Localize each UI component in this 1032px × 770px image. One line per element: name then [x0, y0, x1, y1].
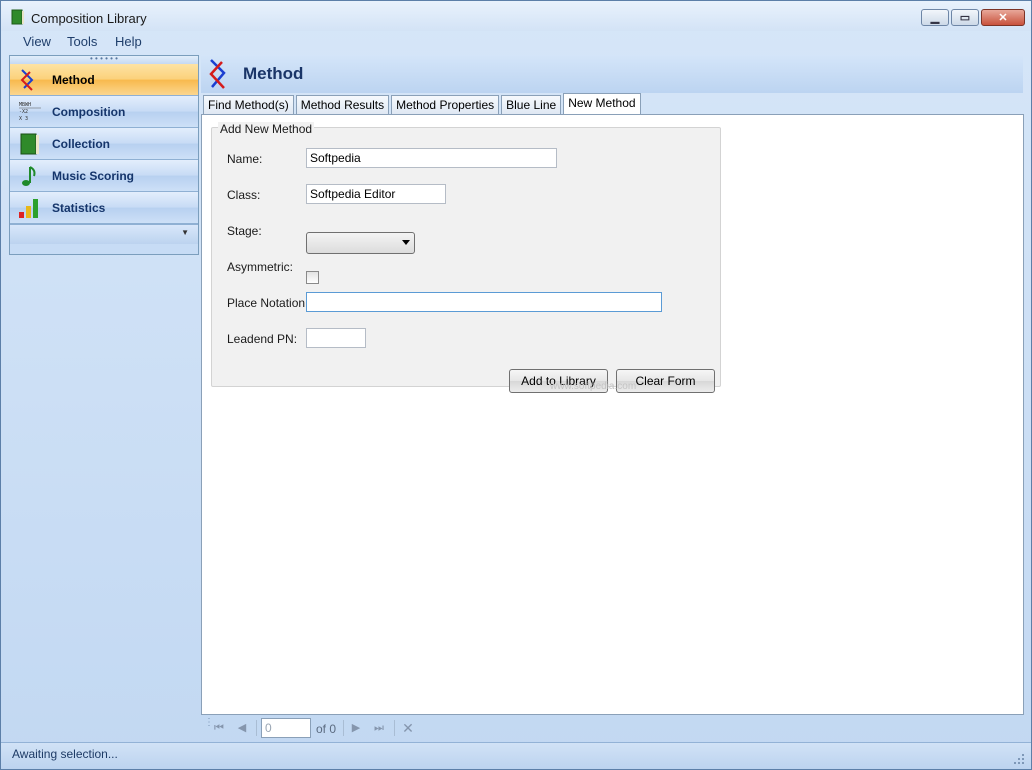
- module-header: Method: [201, 55, 1023, 93]
- navigation-pane: • • • • • • Method MBWH -X2 X 3 Composit…: [9, 55, 199, 255]
- watermark: www.softpedia.com: [550, 381, 637, 392]
- tab-strip: Find Method(s) Method Results Method Pro…: [203, 93, 643, 114]
- tab-content: Add New Method Name: Class: Stage: Asymm…: [201, 114, 1024, 715]
- record-navigator: ⋮ ⏮ ◀ of 0 ▶ ⏭ ✕: [201, 716, 1024, 740]
- music-note-icon: [22, 166, 36, 186]
- chevron-down-icon: [402, 240, 410, 245]
- close-button[interactable]: ✕: [981, 9, 1025, 26]
- toolbar-grip[interactable]: ⋮: [204, 718, 214, 728]
- sidebar-item-collection[interactable]: Collection: [10, 128, 198, 160]
- place-notation-label: Place Notation:: [227, 296, 309, 310]
- method-icon: [209, 59, 226, 89]
- menu-help[interactable]: Help: [115, 34, 142, 49]
- svg-text:-X2: -X2: [19, 109, 28, 115]
- delete-icon[interactable]: ✕: [400, 720, 416, 736]
- menu-tools[interactable]: Tools: [67, 34, 97, 49]
- move-previous-icon[interactable]: ◀: [234, 720, 250, 736]
- count-label: of 0: [316, 722, 337, 736]
- sidebar-item-statistics[interactable]: Statistics: [10, 192, 198, 224]
- asymmetric-label: Asymmetric:: [227, 260, 293, 274]
- move-first-icon[interactable]: ⏮: [211, 720, 227, 736]
- tab-blue-line[interactable]: Blue Line: [501, 95, 562, 114]
- add-new-method-group: Add New Method Name: Class: Stage: Asymm…: [211, 122, 721, 393]
- stage-label: Stage:: [227, 224, 262, 238]
- chevron-down-icon: ▼: [181, 228, 189, 237]
- status-text: Awaiting selection...: [12, 747, 118, 761]
- svg-text:X 3: X 3: [19, 116, 28, 122]
- application-window: Composition Library ▁ ▭ ✕ View Tools Hel…: [0, 0, 1032, 770]
- tab-method-results[interactable]: Method Results: [295, 95, 390, 114]
- tab-method-properties[interactable]: Method Properties: [391, 95, 500, 114]
- bar-chart-icon: [19, 199, 38, 218]
- position-input[interactable]: [261, 718, 311, 738]
- title-bar[interactable]: Composition Library ▁ ▭ ✕: [1, 1, 1031, 31]
- page-title: Method: [243, 64, 304, 83]
- sidebar-item-music-scoring[interactable]: Music Scoring: [10, 160, 198, 192]
- tab-find-methods[interactable]: Find Method(s): [203, 95, 294, 114]
- svg-text:MBWH: MBWH: [19, 102, 31, 108]
- sidebar-item-composition[interactable]: MBWH -X2 X 3 Composition: [10, 96, 198, 128]
- method-icon: [20, 69, 34, 91]
- sidebar-item-label: Collection: [52, 136, 111, 151]
- book-icon: [20, 133, 39, 155]
- window-controls: ▁ ▭ ✕: [919, 9, 1025, 26]
- pane-grip[interactable]: • • • • • •: [10, 55, 198, 64]
- name-field[interactable]: [306, 148, 557, 168]
- composition-icon: MBWH -X2 X 3: [19, 102, 41, 122]
- pane-options[interactable]: ▼: [10, 224, 198, 244]
- menu-view[interactable]: View: [23, 34, 51, 49]
- minimize-icon: ▁: [930, 12, 940, 24]
- app-book-icon: [11, 9, 24, 25]
- sidebar-item-label: Method: [52, 72, 95, 87]
- sidebar-item-label: Statistics: [52, 200, 106, 215]
- window-title: Composition Library: [31, 11, 147, 26]
- sidebar-item-method[interactable]: Method: [10, 64, 198, 96]
- leadend-pn-field[interactable]: [306, 328, 366, 348]
- separator: [256, 720, 257, 736]
- asymmetric-checkbox[interactable]: [306, 271, 319, 284]
- name-label: Name:: [227, 152, 263, 166]
- stage-dropdown[interactable]: [306, 232, 415, 254]
- class-field[interactable]: [306, 184, 446, 204]
- tab-new-method[interactable]: New Method: [563, 93, 641, 114]
- separator: [394, 720, 395, 736]
- resize-grip-icon[interactable]: [1013, 753, 1025, 765]
- minimize-button[interactable]: ▁: [921, 9, 949, 26]
- menu-bar: View Tools Help: [1, 31, 1031, 51]
- close-icon: ✕: [998, 12, 1008, 24]
- restore-icon: ▭: [959, 12, 971, 24]
- class-label: Class:: [227, 188, 261, 202]
- sidebar-item-label: Composition: [52, 104, 126, 119]
- move-last-icon[interactable]: ⏭: [371, 720, 387, 736]
- group-legend: Add New Method: [218, 122, 315, 136]
- separator: [343, 720, 344, 736]
- leadend-pn-label: Leadend PN:: [227, 332, 298, 346]
- place-notation-field[interactable]: [306, 292, 662, 312]
- move-next-icon[interactable]: ▶: [348, 720, 364, 736]
- status-bar: Awaiting selection...: [1, 742, 1031, 769]
- sidebar-item-label: Music Scoring: [52, 168, 135, 183]
- maximize-button[interactable]: ▭: [951, 9, 979, 26]
